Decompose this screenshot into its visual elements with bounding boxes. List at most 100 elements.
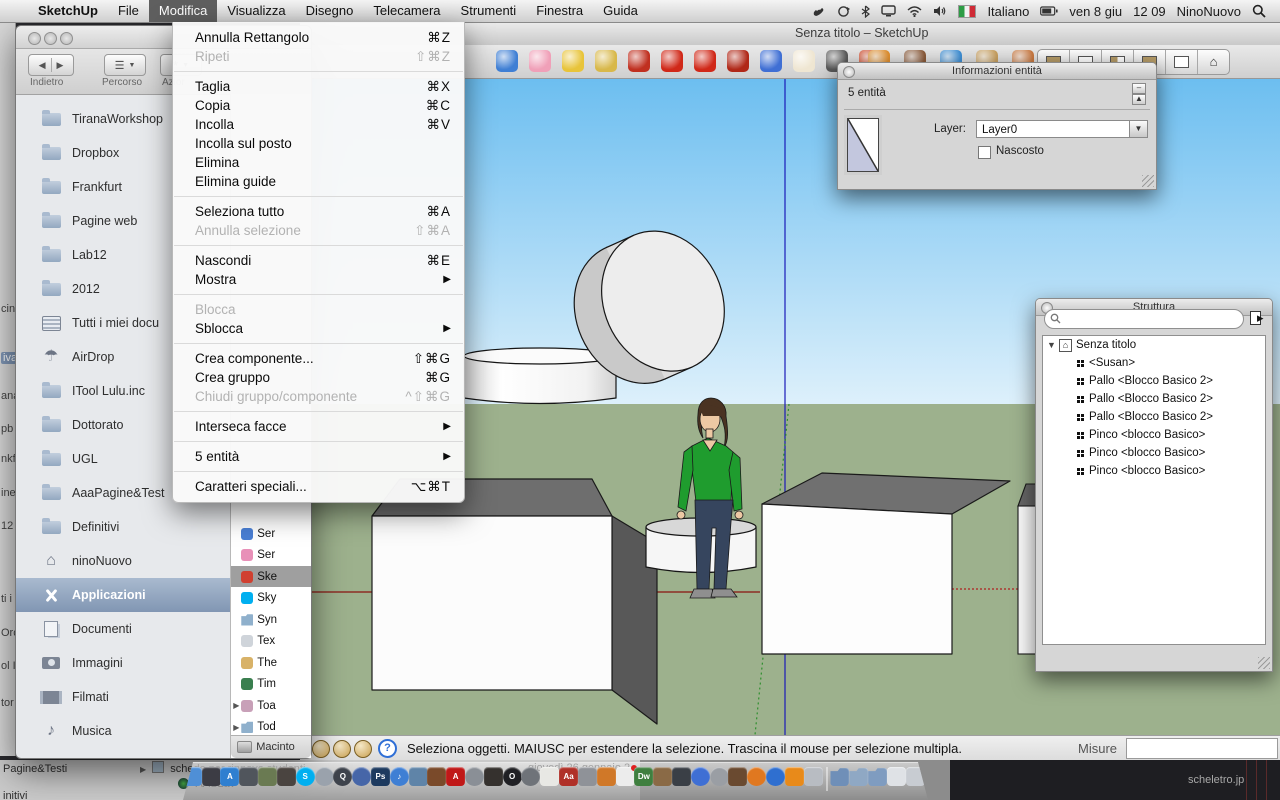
- dock-icon-acrobat[interactable]: A: [446, 767, 465, 786]
- dock-icon-stack-docs[interactable]: [887, 767, 906, 786]
- phone-icon[interactable]: [812, 5, 826, 17]
- menubar-item-telecamera[interactable]: Telecamera: [363, 0, 450, 22]
- menu-item-5-entit[interactable]: 5 entità▶: [173, 447, 464, 466]
- dock-icon-mail[interactable]: [409, 767, 428, 786]
- menu-item-mostra[interactable]: Mostra▶: [173, 270, 464, 289]
- outliner-item[interactable]: <Susan>: [1043, 354, 1265, 372]
- dock-icon-ical[interactable]: [616, 767, 635, 786]
- menu-item-interseca-facce[interactable]: Interseca facce▶: [173, 417, 464, 436]
- dock-icon-pencil-app[interactable]: [578, 767, 597, 786]
- dock-icon-photoshop[interactable]: Ps: [371, 767, 390, 786]
- menubar-item-guida[interactable]: Guida: [593, 0, 648, 22]
- app-list-item[interactable]: Syn: [231, 609, 311, 630]
- geolocation-icon[interactable]: [312, 740, 330, 758]
- dock-icon-folder-docs[interactable]: [868, 767, 887, 786]
- back-icon[interactable]: ◀: [39, 60, 46, 71]
- menu-item-sblocca[interactable]: Sblocca▶: [173, 319, 464, 338]
- close-icon[interactable]: [28, 32, 41, 45]
- sidebar-item-ninonuovo[interactable]: ⌂ninoNuovo: [16, 544, 230, 578]
- bluetooth-icon[interactable]: [861, 5, 870, 18]
- minimize-icon[interactable]: [44, 32, 57, 45]
- dock-icon-vlc[interactable]: [785, 767, 804, 786]
- app-list-item[interactable]: Tex: [231, 631, 311, 652]
- menubar-user[interactable]: NinoNuovo: [1177, 4, 1241, 19]
- help-icon[interactable]: ?: [378, 739, 397, 758]
- dock-icon-itunes-grey[interactable]: [315, 767, 334, 786]
- collapse-icon[interactable]: –: [1132, 83, 1146, 94]
- dock-icon-iphoto[interactable]: [672, 767, 691, 786]
- dock-icon-dictionary[interactable]: Aa: [559, 767, 578, 786]
- dock-icon-dreamweaver[interactable]: Dw: [634, 767, 653, 786]
- dock-icon-skype[interactable]: S: [296, 767, 315, 786]
- dock-icon-folder-x[interactable]: [830, 767, 849, 786]
- app-list-item[interactable]: Ser: [231, 523, 311, 544]
- menu-item-elimina-guide[interactable]: Elimina guide: [173, 172, 464, 191]
- menubar-item-visualizza[interactable]: Visualizza: [217, 0, 295, 22]
- zoom-icon[interactable]: [60, 32, 73, 45]
- dock-icon-dashed-circle-2[interactable]: [710, 767, 729, 786]
- app-list-item[interactable]: Tim: [231, 674, 311, 695]
- menu-item-incolla-sul-posto[interactable]: Incolla sul posto: [173, 134, 464, 153]
- dock-icon-dashed-circle[interactable]: [465, 767, 484, 786]
- eraser-tool-icon[interactable]: [529, 50, 551, 72]
- move-tool-icon[interactable]: [661, 50, 683, 72]
- italian-flag-icon[interactable]: [958, 5, 976, 18]
- back-forward-buttons[interactable]: ◀ ▶: [28, 54, 74, 76]
- menubar-date[interactable]: ven 8 giu: [1069, 4, 1122, 19]
- menu-item-copia[interactable]: Copia⌘C: [173, 96, 464, 115]
- dock-icon-blue-globe[interactable]: [766, 767, 785, 786]
- measure-input[interactable]: [1126, 738, 1278, 759]
- forward-icon[interactable]: ▶: [57, 60, 64, 71]
- dock-icon-quicktime[interactable]: Q: [333, 767, 352, 786]
- menubar-item-file[interactable]: File: [108, 0, 149, 22]
- resize-grip[interactable]: [1142, 175, 1154, 187]
- outliner-item[interactable]: Pinco <blocco Basico>: [1043, 462, 1265, 480]
- path-button[interactable]: ☰ ▼: [104, 54, 146, 76]
- menu-item-annulla-rettangolo[interactable]: Annulla Rettangolo⌘Z: [173, 28, 464, 47]
- menubar-item-sketchup[interactable]: SketchUp: [28, 0, 108, 22]
- app-list-item[interactable]: ▶Tod: [231, 717, 311, 738]
- follow-me-tool-icon[interactable]: [727, 50, 749, 72]
- menubar-item-strumenti[interactable]: Strumenti: [451, 0, 527, 22]
- dock-icon-safari[interactable]: [691, 767, 710, 786]
- menu-item-taglia[interactable]: Taglia⌘X: [173, 77, 464, 96]
- dock-icon-aperture[interactable]: O: [503, 767, 522, 786]
- close-icon[interactable]: [843, 66, 855, 78]
- select-tool-icon[interactable]: [496, 50, 518, 72]
- dock-icon-gear-app[interactable]: [521, 767, 540, 786]
- dock-icon-folder-user[interactable]: [849, 767, 868, 786]
- menu-item-caratteri-speciali[interactable]: Caratteri speciali...⌥⌘T: [173, 477, 464, 496]
- outliner-item[interactable]: Pallo <Blocco Basico 2>: [1043, 408, 1265, 426]
- disclosure-icon[interactable]: ▶: [231, 701, 241, 710]
- pan-tool-icon[interactable]: [793, 50, 815, 72]
- dock-icon-camera-app[interactable]: [239, 767, 258, 786]
- outliner-tree[interactable]: ▼ ⌂ Senza titolo <Susan> Pallo <Blocco Ba…: [1042, 335, 1266, 645]
- sidebar-item-musica[interactable]: ♪Musica: [16, 714, 230, 748]
- claim-icon[interactable]: [354, 740, 372, 758]
- menu-item-crea-componente[interactable]: Crea componente...⇧⌘G: [173, 349, 464, 368]
- menu-item-crea-gruppo[interactable]: Crea gruppo⌘G: [173, 368, 464, 387]
- hidden-checkbox[interactable]: [978, 146, 991, 159]
- battery-icon[interactable]: [1040, 6, 1058, 16]
- dock-icon-launchpad[interactable]: [202, 767, 221, 786]
- menu-item-seleziona-tutto[interactable]: Seleziona tutto⌘A: [173, 202, 464, 221]
- outliner-search-input[interactable]: [1065, 311, 1239, 327]
- credit-icon[interactable]: [333, 740, 351, 758]
- app-list-item[interactable]: The: [231, 652, 311, 673]
- sidebar-item-definitivi[interactable]: Definitivi: [16, 510, 230, 544]
- menu-item-elimina[interactable]: Elimina: [173, 153, 464, 172]
- dock-icon-itunes[interactable]: ♪: [390, 767, 409, 786]
- app-list-item[interactable]: Sky: [231, 588, 311, 609]
- menu-item-nascondi[interactable]: Nascondi⌘E: [173, 251, 464, 270]
- menubar-item-disegno[interactable]: Disegno: [296, 0, 364, 22]
- chevron-down-icon[interactable]: ▼: [1129, 121, 1147, 137]
- outliner-item[interactable]: Pallo <Blocco Basico 2>: [1043, 390, 1265, 408]
- house-toggle-button[interactable]: ⌂: [1198, 50, 1229, 74]
- dock-icon-photos-app[interactable]: [277, 767, 296, 786]
- paint-bucket-tool-icon[interactable]: [595, 50, 617, 72]
- entity-info-titlebar[interactable]: Informazioni entità: [838, 63, 1156, 80]
- dock-icon-pages-doc[interactable]: [540, 767, 559, 786]
- dock-icon-safari-small[interactable]: [352, 767, 371, 786]
- outliner-root-row[interactable]: ▼ ⌂ Senza titolo: [1043, 336, 1265, 354]
- rollup-widget[interactable]: –▲: [1132, 83, 1146, 105]
